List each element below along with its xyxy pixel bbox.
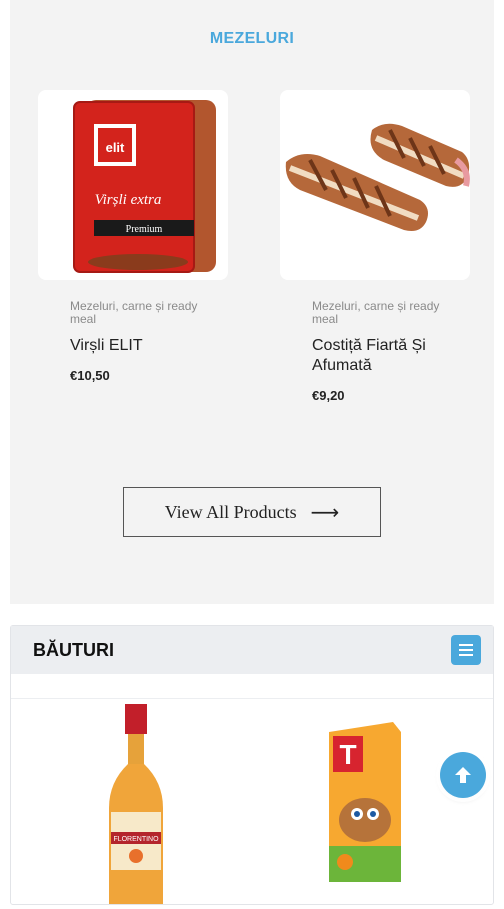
product-card[interactable]: elit Virșli extra Premium Mezeluri, carn… (38, 90, 228, 383)
product-category: Mezeluri, carne și ready meal (70, 299, 198, 326)
arrow-right-icon: ⟶ (310, 500, 340, 524)
arrow-up-icon (455, 767, 471, 783)
svg-text:Virșli extra: Virșli extra (95, 192, 162, 208)
bauturi-header: BĂUTURI (11, 626, 493, 674)
svg-text:FLORENTINO: FLORENTINO (113, 836, 159, 843)
product-price: €9,20 (312, 388, 345, 403)
sausage-pack-image[interactable]: elit Virșli extra Premium (38, 90, 228, 280)
svg-text:elit: elit (106, 140, 125, 155)
svg-text:Premium: Premium (126, 224, 163, 235)
product-price: €10,50 (70, 368, 110, 383)
section-title: BĂUTURI (33, 639, 114, 660)
svg-text:T: T (339, 739, 356, 770)
scroll-to-top-button[interactable] (440, 752, 486, 798)
view-all-label: View All Products (164, 501, 297, 522)
juice-box-image[interactable]: T (323, 722, 403, 882)
product-category: Mezeluri, carne și ready meal (312, 299, 440, 326)
product-card[interactable]: Mezeluri, carne și ready meal Costiță Fi… (280, 90, 470, 403)
smoked-ribs-image[interactable] (280, 90, 470, 280)
hamburger-menu-icon[interactable] (451, 635, 481, 665)
liqueur-bottle-image[interactable]: FLORENTINO (101, 704, 171, 904)
bauturi-section: BĂUTURI FLORENTINO T (10, 625, 494, 905)
product-name[interactable]: Virșli ELIT (70, 336, 220, 356)
section-title: MEZELURI (209, 30, 295, 47)
view-all-products-button[interactable]: View All Products ⟶ (123, 487, 381, 537)
product-name[interactable]: Costiță Fiartă Și Afumată (312, 336, 462, 376)
divider (11, 674, 493, 699)
